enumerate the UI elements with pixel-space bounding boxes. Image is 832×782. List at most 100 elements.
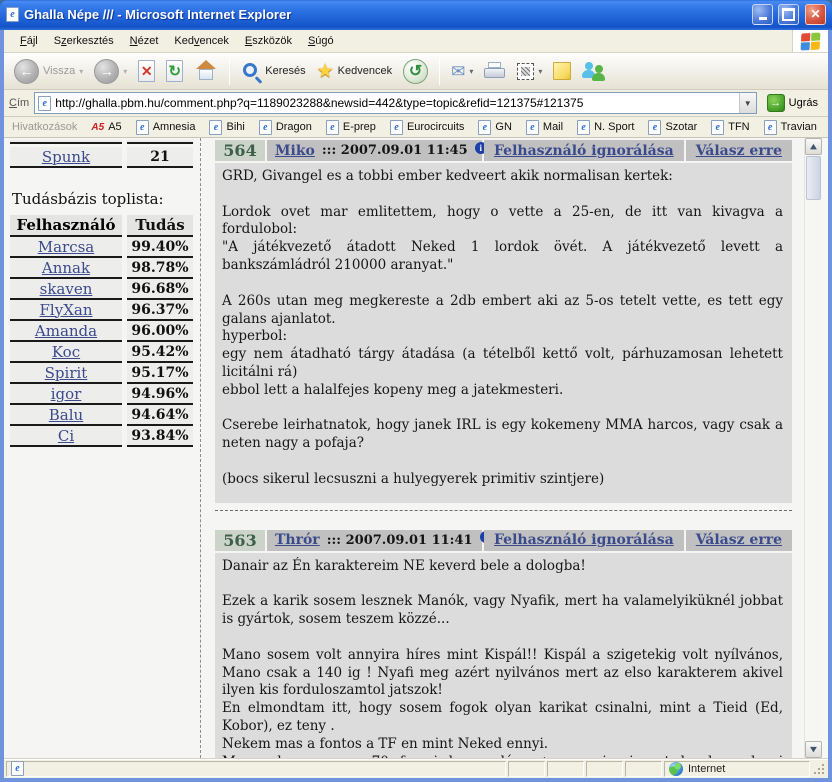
- close-button[interactable]: [805, 4, 826, 25]
- vertical-scrollbar[interactable]: [804, 138, 822, 758]
- menu-edit[interactable]: Szerkesztés: [46, 32, 122, 50]
- user-score: 21: [127, 147, 193, 168]
- address-url[interactable]: http://ghalla.pbm.hu/comment.php?q=11890…: [55, 96, 734, 110]
- reply-link[interactable]: Válasz erre: [696, 532, 782, 548]
- links-bar-item-eprep[interactable]: E-prep: [326, 120, 376, 135]
- toplist-title: Tudásbázis toplista:: [12, 190, 196, 208]
- ignore-user-link[interactable]: Felhasználó ignorálása: [494, 532, 674, 548]
- post-author-link[interactable]: Thrór: [275, 532, 320, 548]
- links-bar-item-tfn[interactable]: TFN: [711, 120, 749, 135]
- history-button[interactable]: [399, 57, 432, 86]
- print-button[interactable]: [480, 60, 510, 82]
- toplist-row: Marcsa99.40%: [10, 237, 196, 258]
- scroll-down-button[interactable]: [805, 741, 822, 758]
- go-button[interactable]: Ugrás: [762, 93, 823, 113]
- scroll-up-button[interactable]: [805, 138, 822, 155]
- post-datetime: ::: 2007.09.01 11:41: [327, 533, 473, 548]
- column-header-user: Felhasználó: [10, 215, 122, 237]
- forward-button[interactable]: ▾: [90, 57, 131, 86]
- toolbar-separator: [229, 58, 230, 85]
- toplist-header-row: Felhasználó Tudás: [10, 215, 196, 237]
- user-link[interactable]: Koc: [52, 343, 80, 361]
- title-bar: Ghalla Népe /// - Microsoft Internet Exp…: [0, 0, 832, 30]
- forward-dropdown[interactable]: ▾: [123, 67, 127, 76]
- discuss-button[interactable]: [549, 60, 575, 82]
- ie-page-icon: [326, 120, 339, 135]
- user-score: 94.96%: [127, 384, 193, 405]
- user-link[interactable]: Annak: [42, 259, 90, 277]
- stop-button[interactable]: [134, 58, 159, 84]
- scrollbar-thumb[interactable]: [806, 156, 821, 200]
- favorites-button[interactable]: Kedvencek: [313, 60, 396, 83]
- user-link[interactable]: Marcsa: [38, 238, 95, 256]
- links-bar-item-gn[interactable]: GN: [478, 120, 512, 135]
- edit-dropdown[interactable]: ▾: [538, 67, 542, 76]
- edit-icon: [517, 63, 534, 80]
- post-author-link[interactable]: Miko: [275, 143, 315, 159]
- address-bar: Cím http://ghalla.pbm.hu/comment.php?q=1…: [4, 90, 828, 117]
- links-bar-item-travian[interactable]: Travian: [764, 120, 817, 135]
- ignore-user-link[interactable]: Felhasználó ignorálása: [494, 143, 674, 159]
- maximize-button[interactable]: [778, 4, 799, 25]
- ie-page-icon: [6, 7, 19, 22]
- links-bar-item-mail[interactable]: Mail: [526, 120, 563, 135]
- post-number: 564: [215, 140, 265, 161]
- mail-button[interactable]: ▾: [447, 61, 477, 82]
- links-bar-item-bihi[interactable]: Bihi: [209, 120, 244, 135]
- menu-help[interactable]: Súgó: [300, 32, 342, 50]
- user-link[interactable]: FlyXan: [40, 301, 93, 319]
- back-icon: [14, 59, 39, 84]
- menu-file[interactable]: Fájl: [12, 32, 46, 50]
- back-dropdown[interactable]: ▾: [79, 67, 83, 76]
- standard-toolbar: Vissza ▾ ▾ Keresés Kedvencek: [4, 53, 828, 90]
- window-title: Ghalla Népe /// - Microsoft Internet Exp…: [24, 7, 747, 22]
- refresh-button[interactable]: [162, 58, 187, 84]
- toplist-row: Ci93.84%: [10, 426, 196, 447]
- menu-tools[interactable]: Eszközök: [237, 32, 300, 50]
- ie-page-icon: [209, 120, 222, 135]
- resize-grip[interactable]: [812, 761, 826, 777]
- search-button[interactable]: Keresés: [237, 59, 309, 83]
- back-button[interactable]: Vissza ▾: [10, 57, 87, 86]
- browser-window: Ghalla Népe /// - Microsoft Internet Exp…: [0, 0, 832, 782]
- links-bar-item-a5[interactable]: A5A5: [91, 121, 121, 133]
- messenger-button[interactable]: [578, 60, 610, 83]
- ie-page-icon: [136, 120, 149, 135]
- links-bar-item-dragon[interactable]: Dragon: [259, 120, 312, 135]
- sidebar: Spunk 21 Tudásbázis toplista: Felhasznál…: [4, 138, 200, 758]
- mail-dropdown[interactable]: ▾: [469, 67, 473, 76]
- scrollbar-track[interactable]: [805, 155, 822, 741]
- user-link[interactable]: Ci: [58, 427, 74, 445]
- toplist-row: Spirit95.17%: [10, 363, 196, 384]
- ie-page-icon: [577, 120, 590, 135]
- address-input[interactable]: http://ghalla.pbm.hu/comment.php?q=11890…: [34, 92, 756, 114]
- user-link[interactable]: skaven: [40, 280, 93, 298]
- refresh-icon: [166, 60, 183, 82]
- post-separator: [215, 510, 792, 511]
- column-header-score: Tudás: [127, 215, 193, 237]
- toplist-row: skaven 96.68%: [10, 279, 196, 300]
- links-bar-item-szotar[interactable]: Szotar: [648, 120, 697, 135]
- user-link[interactable]: igor: [51, 385, 82, 403]
- links-bar-item-amnesia[interactable]: Amnesia: [136, 120, 196, 135]
- post-body: GRD, Givangel es a tobbi ember kedveert …: [215, 163, 792, 503]
- menu-favorites[interactable]: Kedvencek: [166, 32, 236, 50]
- reply-link[interactable]: Válasz erre: [696, 143, 782, 159]
- edit-button[interactable]: ▾: [513, 61, 546, 82]
- status-pane: [586, 761, 623, 777]
- address-dropdown[interactable]: [739, 93, 756, 113]
- links-bar-item-nsport[interactable]: N. Sport: [577, 120, 634, 135]
- user-link[interactable]: Spirit: [45, 364, 88, 382]
- links-bar-item-eurocircuits[interactable]: Eurocircuits: [390, 120, 464, 135]
- user-score: 96.68%: [127, 279, 193, 300]
- internet-globe-icon: [669, 762, 683, 776]
- user-link[interactable]: Amanda: [35, 322, 97, 340]
- minimize-button[interactable]: [752, 4, 773, 25]
- home-button[interactable]: [190, 58, 222, 84]
- user-link-spunk[interactable]: Spunk: [42, 148, 90, 166]
- favorites-star-icon: [317, 62, 334, 81]
- user-link[interactable]: Balu: [49, 406, 83, 424]
- menu-view[interactable]: Nézet: [122, 32, 167, 50]
- toplist-row: Annak98.78%: [10, 258, 196, 279]
- toolbar-separator: [439, 58, 440, 85]
